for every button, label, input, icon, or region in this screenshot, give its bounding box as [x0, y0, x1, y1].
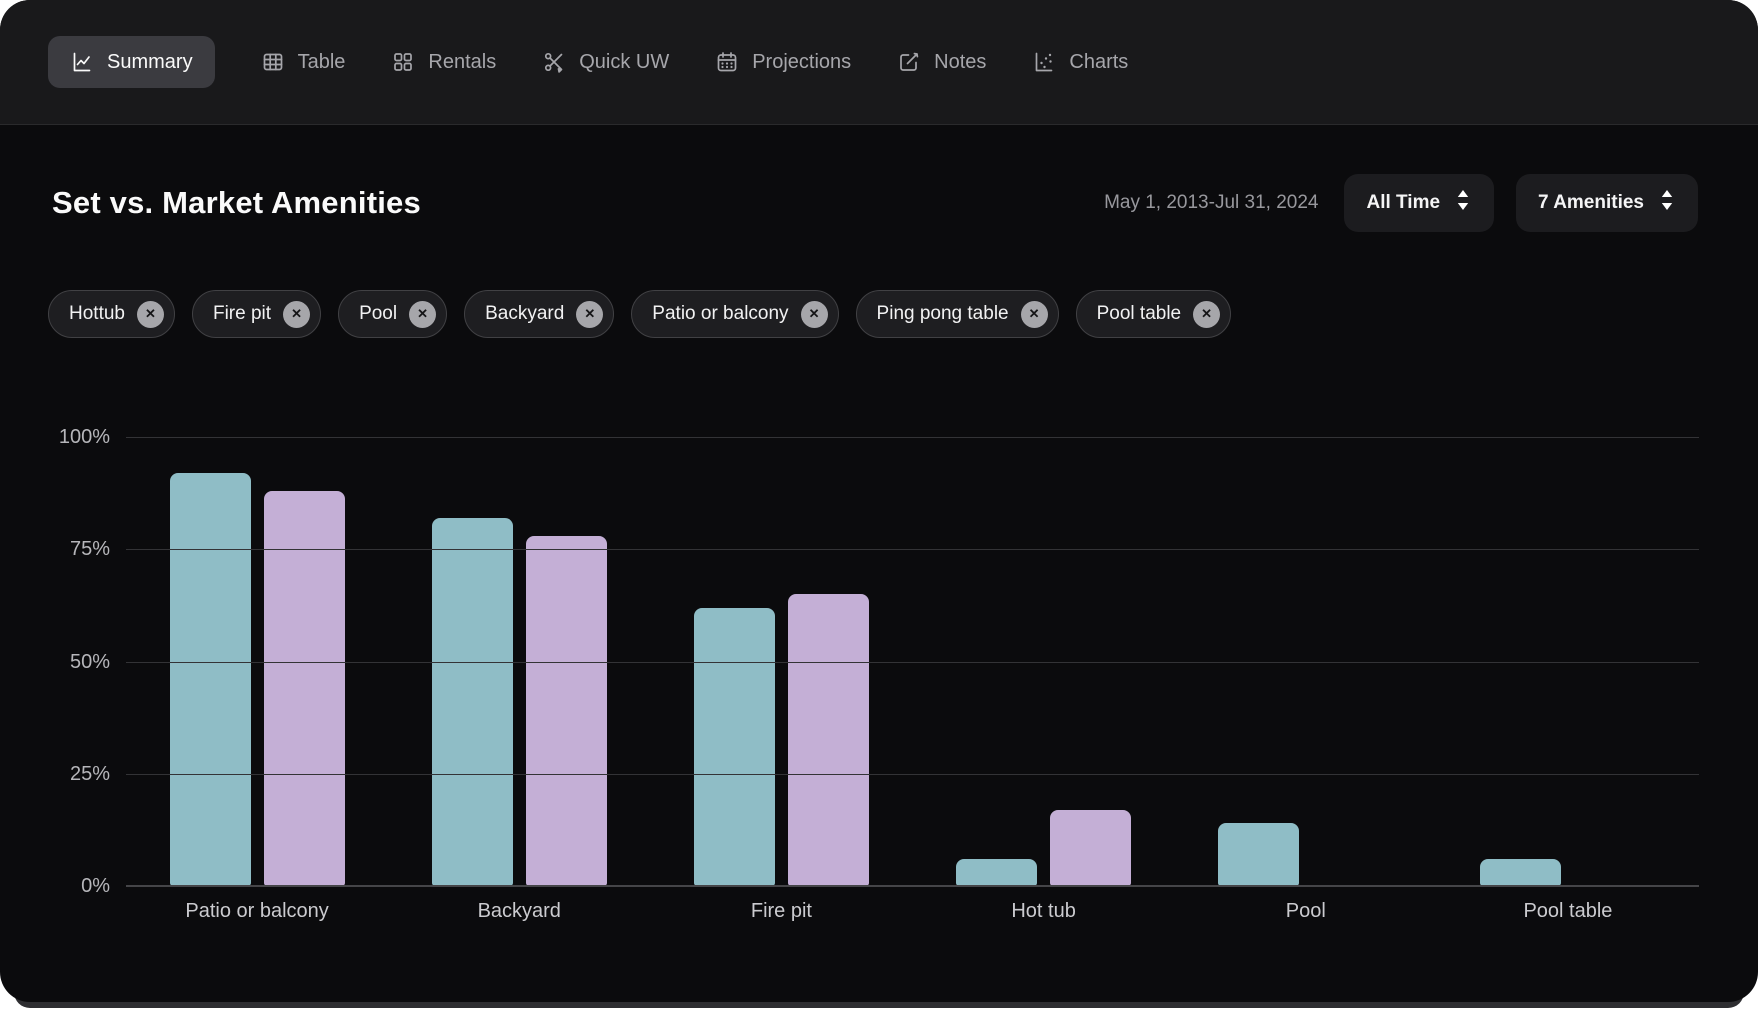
set-bar[interactable] — [432, 518, 513, 886]
x-axis-labels: Patio or balconyBackyardFire pitHot tubP… — [126, 900, 1699, 923]
top-navbar: Summary Table Rentals Quick UW Projections No… — [0, 0, 1758, 125]
edit-square-icon — [897, 50, 921, 74]
nav-item-label: Charts — [1069, 51, 1128, 74]
nav-item-rentals[interactable]: Rentals — [391, 50, 496, 74]
chart-plot: 0%25%50%75%100% — [126, 437, 1699, 886]
gridline-50% — [126, 662, 1699, 663]
amenity-chips: Hottub✕Fire pit✕Pool✕Backyard✕Patio or b… — [48, 290, 1231, 338]
market-bar[interactable] — [1050, 810, 1131, 886]
chevron-up-down-icon — [1454, 189, 1472, 217]
chip-label: Pool table — [1097, 303, 1182, 325]
y-axis-tick-label: 0% — [81, 875, 110, 898]
close-icon[interactable]: ✕ — [801, 301, 828, 328]
chevron-up-down-icon — [1658, 189, 1676, 217]
market-bar[interactable] — [788, 594, 869, 886]
set-bar[interactable] — [956, 859, 1037, 886]
nav-item-table[interactable]: Table — [261, 50, 346, 74]
gridline-25% — [126, 774, 1699, 775]
y-axis-tick-label: 25% — [70, 763, 110, 786]
set-bar[interactable] — [170, 473, 251, 886]
date-range-label: May 1, 2013-Jul 31, 2024 — [1104, 192, 1318, 214]
amenities-filter-value: 7 Amenities — [1538, 192, 1644, 214]
nav-item-label: Projections — [752, 51, 851, 74]
gridline-75% — [126, 549, 1699, 550]
y-axis-tick-label: 100% — [59, 426, 110, 449]
amenity-chip: Pool table ✕ — [1076, 290, 1232, 338]
chip-label: Pool — [359, 303, 397, 325]
nav-item-label: Summary — [107, 51, 193, 74]
amenity-chip: Fire pit ✕ — [192, 290, 321, 338]
y-axis-tick-label: 50% — [70, 651, 110, 674]
table-icon — [261, 50, 285, 74]
x-axis-label: Hot tub — [913, 900, 1175, 923]
x-axis-label: Patio or balcony — [126, 900, 388, 923]
amenity-chip: Patio or balcony ✕ — [631, 290, 838, 338]
nav-item-label: Notes — [934, 51, 986, 74]
set-bar[interactable] — [1218, 823, 1299, 886]
amenity-chip: Pool ✕ — [338, 290, 447, 338]
chip-label: Ping pong table — [877, 303, 1009, 325]
nav-item-label: Table — [298, 51, 346, 74]
header-controls: May 1, 2013-Jul 31, 2024 All Time 7 Amen… — [1104, 174, 1698, 232]
y-axis-tick-label: 75% — [70, 538, 110, 561]
close-icon[interactable]: ✕ — [283, 301, 310, 328]
nav-item-label: Quick UW — [579, 51, 669, 74]
set-bar[interactable] — [1480, 859, 1561, 886]
line-chart-icon — [70, 50, 94, 74]
close-icon[interactable]: ✕ — [576, 301, 603, 328]
x-axis-label: Pool — [1175, 900, 1437, 923]
x-axis-label: Backyard — [388, 900, 650, 923]
close-icon[interactable]: ✕ — [1193, 301, 1220, 328]
nav-item-notes[interactable]: Notes — [897, 50, 986, 74]
chip-label: Patio or balcony — [652, 303, 788, 325]
calendar-icon — [715, 50, 739, 74]
close-icon[interactable]: ✕ — [409, 301, 436, 328]
nav-item-label: Rentals — [428, 51, 496, 74]
amenity-chip: Backyard ✕ — [464, 290, 614, 338]
app-window: Summary Table Rentals Quick UW Projections No… — [0, 0, 1758, 1002]
nav-item-quick-uw[interactable]: Quick UW — [542, 50, 669, 74]
market-bar[interactable] — [526, 536, 607, 886]
chip-label: Fire pit — [213, 303, 271, 325]
x-axis-label: Pool table — [1437, 900, 1699, 923]
header-row: Set vs. Market Amenities May 1, 2013-Jul… — [52, 172, 1698, 234]
gridline-100% — [126, 437, 1699, 438]
scatter-chart-icon — [1032, 50, 1056, 74]
time-filter-value: All Time — [1366, 192, 1440, 214]
grid-squares-icon — [391, 50, 415, 74]
nav-item-projections[interactable]: Projections — [715, 50, 851, 74]
page-title: Set vs. Market Amenities — [52, 185, 421, 221]
crossed-pens-icon — [542, 50, 566, 74]
amenity-chip: Ping pong table ✕ — [856, 290, 1059, 338]
time-filter-dropdown[interactable]: All Time — [1344, 174, 1494, 232]
close-icon[interactable]: ✕ — [137, 301, 164, 328]
nav-item-charts[interactable]: Charts — [1032, 50, 1128, 74]
x-axis-label: Fire pit — [650, 900, 912, 923]
chip-label: Hottub — [69, 303, 125, 325]
nav-item-summary[interactable]: Summary — [48, 36, 215, 88]
amenity-chip: Hottub ✕ — [48, 290, 175, 338]
set-bar[interactable] — [694, 608, 775, 886]
chip-label: Backyard — [485, 303, 564, 325]
gridline-0% — [126, 885, 1699, 887]
close-icon[interactable]: ✕ — [1021, 301, 1048, 328]
amenities-filter-dropdown[interactable]: 7 Amenities — [1516, 174, 1698, 232]
